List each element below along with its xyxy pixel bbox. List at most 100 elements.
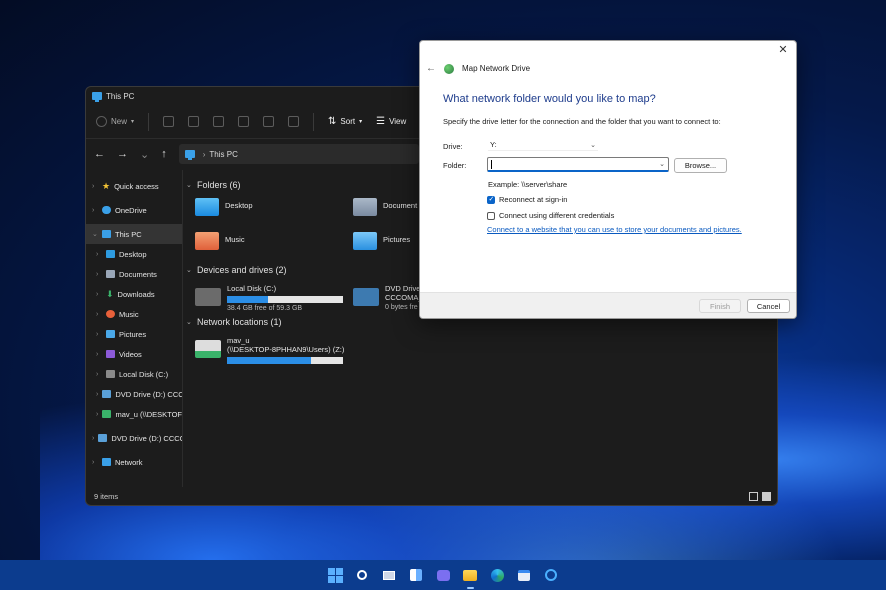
drive-label: mav_u	[227, 336, 250, 345]
view-icon: ☰	[376, 116, 386, 127]
teams-chat-icon[interactable]	[435, 567, 452, 584]
chevron-down-icon: ▾	[359, 119, 363, 125]
hard-drive-icon	[106, 370, 115, 378]
desktop-folder-icon	[195, 198, 219, 216]
close-icon[interactable]: ✕	[776, 43, 790, 56]
pictures-folder-icon	[353, 232, 377, 250]
sidebar-item-this-pc[interactable]: ⌄ This PC	[86, 224, 182, 244]
chevron-right-icon: ›	[96, 310, 99, 318]
back-arrow-icon[interactable]: ←	[426, 63, 436, 74]
sidebar-item-onedrive[interactable]: › OneDrive	[86, 200, 182, 220]
browse-button[interactable]: Browse...	[674, 158, 727, 173]
sidebar-item-downloads[interactable]: › ⬇ Downloads	[86, 284, 182, 304]
reconnect-checkbox[interactable]	[487, 195, 495, 204]
navigation-pane: › ★ Quick access › OneDrive ⌄ This PC › …	[86, 170, 183, 487]
chevron-right-icon: ›	[96, 270, 99, 278]
sidebar-item-dvd-drive-root[interactable]: › DVD Drive (D:) CCCO	[86, 428, 182, 448]
back-arrow-icon[interactable]: ←	[94, 148, 105, 160]
map-network-drive-dialog[interactable]: ✕ ← Map Network Drive What network folde…	[419, 40, 797, 319]
start-icon[interactable]	[327, 567, 344, 584]
sidebar-item-dvd-drive[interactable]: › DVD Drive (D:) CCCO	[86, 384, 182, 404]
drives-group-header[interactable]: ⌄ Devices and drives (2)	[186, 265, 287, 275]
hard-drive-icon	[195, 288, 221, 306]
chevron-right-icon: ›	[92, 458, 95, 466]
sidebar-item-local-disk[interactable]: › Local Disk (C:)	[86, 364, 182, 384]
task-view-icon[interactable]	[381, 567, 398, 584]
sidebar-item-music[interactable]: › Music	[86, 304, 182, 324]
share-icon[interactable]	[263, 116, 275, 127]
sidebar-label: Quick access	[114, 181, 159, 191]
network-icon	[102, 458, 111, 466]
drive-usage-bar	[227, 357, 343, 364]
chevron-right-icon: ›	[96, 250, 99, 258]
tiles-view-icon[interactable]	[762, 492, 771, 501]
download-icon: ⬇	[106, 288, 114, 299]
paste-icon[interactable]	[213, 116, 225, 127]
sidebar-item-videos[interactable]: › Videos	[86, 344, 182, 364]
drive-dvd[interactable]: DVD Drive CCCOMA_ 0 bytes fre	[353, 284, 423, 311]
sidebar-item-network[interactable]: › Network	[86, 452, 182, 472]
drive-path: (\\DESKTOP-8PHHAN9\Users) (Z:)	[227, 345, 345, 354]
sidebar-label: Downloads	[117, 289, 155, 299]
new-label: New	[111, 117, 128, 126]
store-icon[interactable]	[516, 567, 533, 584]
widgets-icon[interactable]	[408, 567, 425, 584]
folder-input[interactable]: ⌄	[487, 157, 669, 172]
sidebar-item-quick-access[interactable]: › ★ Quick access	[86, 176, 182, 196]
drive-local-disk[interactable]: Local Disk (C:) 38.4 GB free of 59.3 GB	[195, 284, 343, 312]
file-explorer-icon[interactable]	[462, 567, 479, 589]
network-drive-mav-u[interactable]: mav_u (\\DESKTOP-8PHHAN9\Users) (Z:)	[195, 336, 344, 364]
recent-chevron-icon[interactable]: ⌄	[140, 148, 149, 161]
edge-icon[interactable]	[489, 567, 506, 584]
reconnect-label: Reconnect at sign-in	[499, 195, 568, 204]
forward-arrow-icon[interactable]: →	[117, 148, 128, 160]
sidebar-label: mav_u (\\DESKTOF	[115, 409, 182, 419]
view-button[interactable]: ☰ View	[376, 116, 406, 127]
finish-button[interactable]: Finish	[699, 299, 741, 313]
network-drive-icon	[102, 410, 112, 418]
delete-icon[interactable]	[288, 116, 300, 127]
drive-usage-bar	[227, 296, 343, 303]
pictures-icon	[106, 330, 115, 338]
details-view-icon[interactable]	[749, 492, 758, 501]
sidebar-label: OneDrive	[115, 205, 147, 215]
this-pc-icon	[184, 150, 195, 160]
reconnect-checkbox-row[interactable]: Reconnect at sign-in	[487, 195, 567, 204]
credentials-checkbox[interactable]	[487, 211, 495, 220]
new-button[interactable]: New ▾	[96, 116, 134, 127]
sidebar-label: DVD Drive (D:) CCCO	[115, 389, 182, 399]
chevron-down-icon[interactable]: ⌄	[659, 160, 665, 168]
search-icon[interactable]	[354, 567, 371, 584]
sidebar-item-pictures[interactable]: › Pictures	[86, 324, 182, 344]
sidebar-label: Pictures	[119, 329, 147, 339]
this-pc-icon	[92, 92, 102, 102]
sidebar-item-desktop[interactable]: › Desktop	[86, 244, 182, 264]
sidebar-item-documents[interactable]: › Documents	[86, 264, 182, 284]
cut-icon[interactable]	[163, 116, 175, 127]
network-group-header[interactable]: ⌄ Network locations (1)	[186, 317, 282, 327]
folder-pictures[interactable]: Pictures	[353, 232, 410, 250]
dvd-drive-icon	[353, 288, 379, 306]
music-icon	[106, 310, 115, 318]
credentials-checkbox-row[interactable]: Connect using different credentials	[487, 211, 614, 220]
rename-icon[interactable]	[238, 116, 250, 127]
copy-icon[interactable]	[188, 116, 200, 127]
drive-volume-label: CCCOMA_	[385, 293, 423, 302]
sort-button[interactable]: ⇅ Sort ▾	[328, 116, 362, 127]
up-arrow-icon[interactable]: ↑	[161, 148, 167, 160]
folder-desktop[interactable]: Desktop	[195, 198, 253, 216]
cortana-icon[interactable]	[543, 567, 560, 584]
chevron-right-icon: ›	[96, 370, 99, 378]
address-bar[interactable]: › This PC	[178, 144, 419, 164]
sort-icon: ⇅	[328, 116, 337, 127]
sidebar-label: Music	[119, 309, 139, 319]
website-storage-link[interactable]: Connect to a website that you can use to…	[487, 225, 742, 234]
sidebar-item-mav-u[interactable]: › mav_u (\\DESKTOF	[86, 404, 182, 424]
dialog-footer: Finish Cancel	[420, 292, 796, 318]
folder-music[interactable]: Music	[195, 232, 245, 250]
cancel-button[interactable]: Cancel	[747, 299, 790, 313]
documents-icon	[106, 270, 115, 278]
text-caret	[491, 159, 492, 169]
folder-documents[interactable]: Document	[353, 198, 417, 216]
drive-letter-select[interactable]: Y: ⌄	[488, 139, 598, 151]
